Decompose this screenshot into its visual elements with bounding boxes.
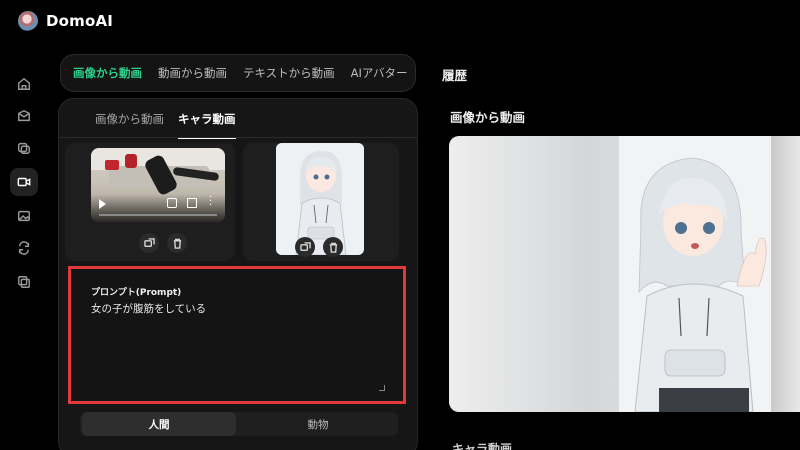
- tab-video-to-video[interactable]: 動画から動画: [156, 65, 229, 81]
- option-human[interactable]: 人間: [82, 412, 236, 436]
- subtab-character-video[interactable]: キャラ動画: [178, 111, 236, 139]
- app-name[interactable]: DomoAI: [46, 12, 113, 30]
- video-controls: · · ·: [91, 193, 225, 222]
- tab-text-to-video[interactable]: テキストから動画: [241, 65, 337, 81]
- prompt-label: プロンプト(Prompt): [91, 288, 182, 298]
- history-section-title: 画像から動画: [450, 110, 526, 125]
- delete-video-button[interactable]: [167, 233, 187, 253]
- delete-image-button[interactable]: [323, 237, 343, 257]
- option-animal[interactable]: 動物: [240, 412, 396, 436]
- prompt-input[interactable]: 女の子が腹筋をしている: [91, 301, 206, 316]
- replace-icon: [143, 237, 155, 247]
- trash-icon: [173, 238, 181, 249]
- replace-image-button[interactable]: [295, 237, 315, 257]
- subtab-image-to-video[interactable]: 画像から動画: [95, 111, 164, 139]
- image-icon: [18, 210, 30, 222]
- inbox-icon: [18, 109, 30, 122]
- trash-icon: [329, 242, 337, 253]
- preview-character-illustration: [619, 136, 771, 412]
- home-icon: [18, 77, 30, 90]
- sidebar-inbox-button[interactable]: [10, 102, 38, 130]
- history-preview-image[interactable]: [449, 136, 800, 412]
- video-icon: [17, 177, 31, 187]
- copy-icon: [18, 276, 30, 288]
- tab-ai-avatar[interactable]: AIアバター: [349, 65, 410, 81]
- sidebar-copy-button[interactable]: [10, 268, 38, 296]
- sidebar-home-button[interactable]: [10, 70, 38, 98]
- next-preview-edge: [771, 136, 800, 412]
- character-image-card: [243, 143, 399, 261]
- domoai-logo[interactable]: [18, 11, 38, 31]
- preview-frame: [619, 136, 771, 412]
- replace-icon: [299, 241, 311, 251]
- sidebar-image-button[interactable]: [10, 202, 38, 230]
- volume-icon[interactable]: [167, 198, 177, 208]
- prompt-box[interactable]: プロンプト(Prompt) 女の子が腹筋をしている: [68, 266, 406, 404]
- play-icon[interactable]: [99, 199, 106, 209]
- character-image[interactable]: [276, 143, 364, 255]
- sub-tabs: 画像から動画 キャラ動画: [95, 111, 250, 139]
- video-progress-bar[interactable]: [99, 214, 217, 216]
- fullscreen-icon[interactable]: [187, 198, 197, 208]
- history-next-section-title: キャラ動画: [452, 442, 513, 450]
- textarea-resize-handle[interactable]: [379, 385, 385, 391]
- sidebar-refresh-button[interactable]: [10, 234, 38, 262]
- main-tabs: 画像から動画 動画から動画 テキストから動画 AIアバター: [60, 54, 416, 92]
- divider: [59, 137, 417, 138]
- video-frame-cushion: [125, 154, 137, 168]
- subject-type-selector: 人間 動物: [80, 412, 398, 436]
- reference-video-card: · · ·: [65, 143, 235, 261]
- sidebar-video-button[interactable]: [10, 168, 38, 196]
- history-title: 履歴: [442, 68, 468, 83]
- top-bar: DomoAI: [0, 0, 800, 44]
- more-options-icon[interactable]: · · ·: [209, 193, 212, 211]
- reference-video-player[interactable]: · · ·: [91, 148, 225, 222]
- tab-image-to-video[interactable]: 画像から動画: [71, 65, 144, 81]
- video-frame-cushion: [105, 160, 119, 170]
- character-illustration: [276, 143, 364, 255]
- replace-video-button[interactable]: [139, 233, 159, 253]
- sidebar-layers-button[interactable]: [10, 134, 38, 162]
- refresh-icon: [18, 241, 30, 255]
- layers-icon: [18, 142, 30, 154]
